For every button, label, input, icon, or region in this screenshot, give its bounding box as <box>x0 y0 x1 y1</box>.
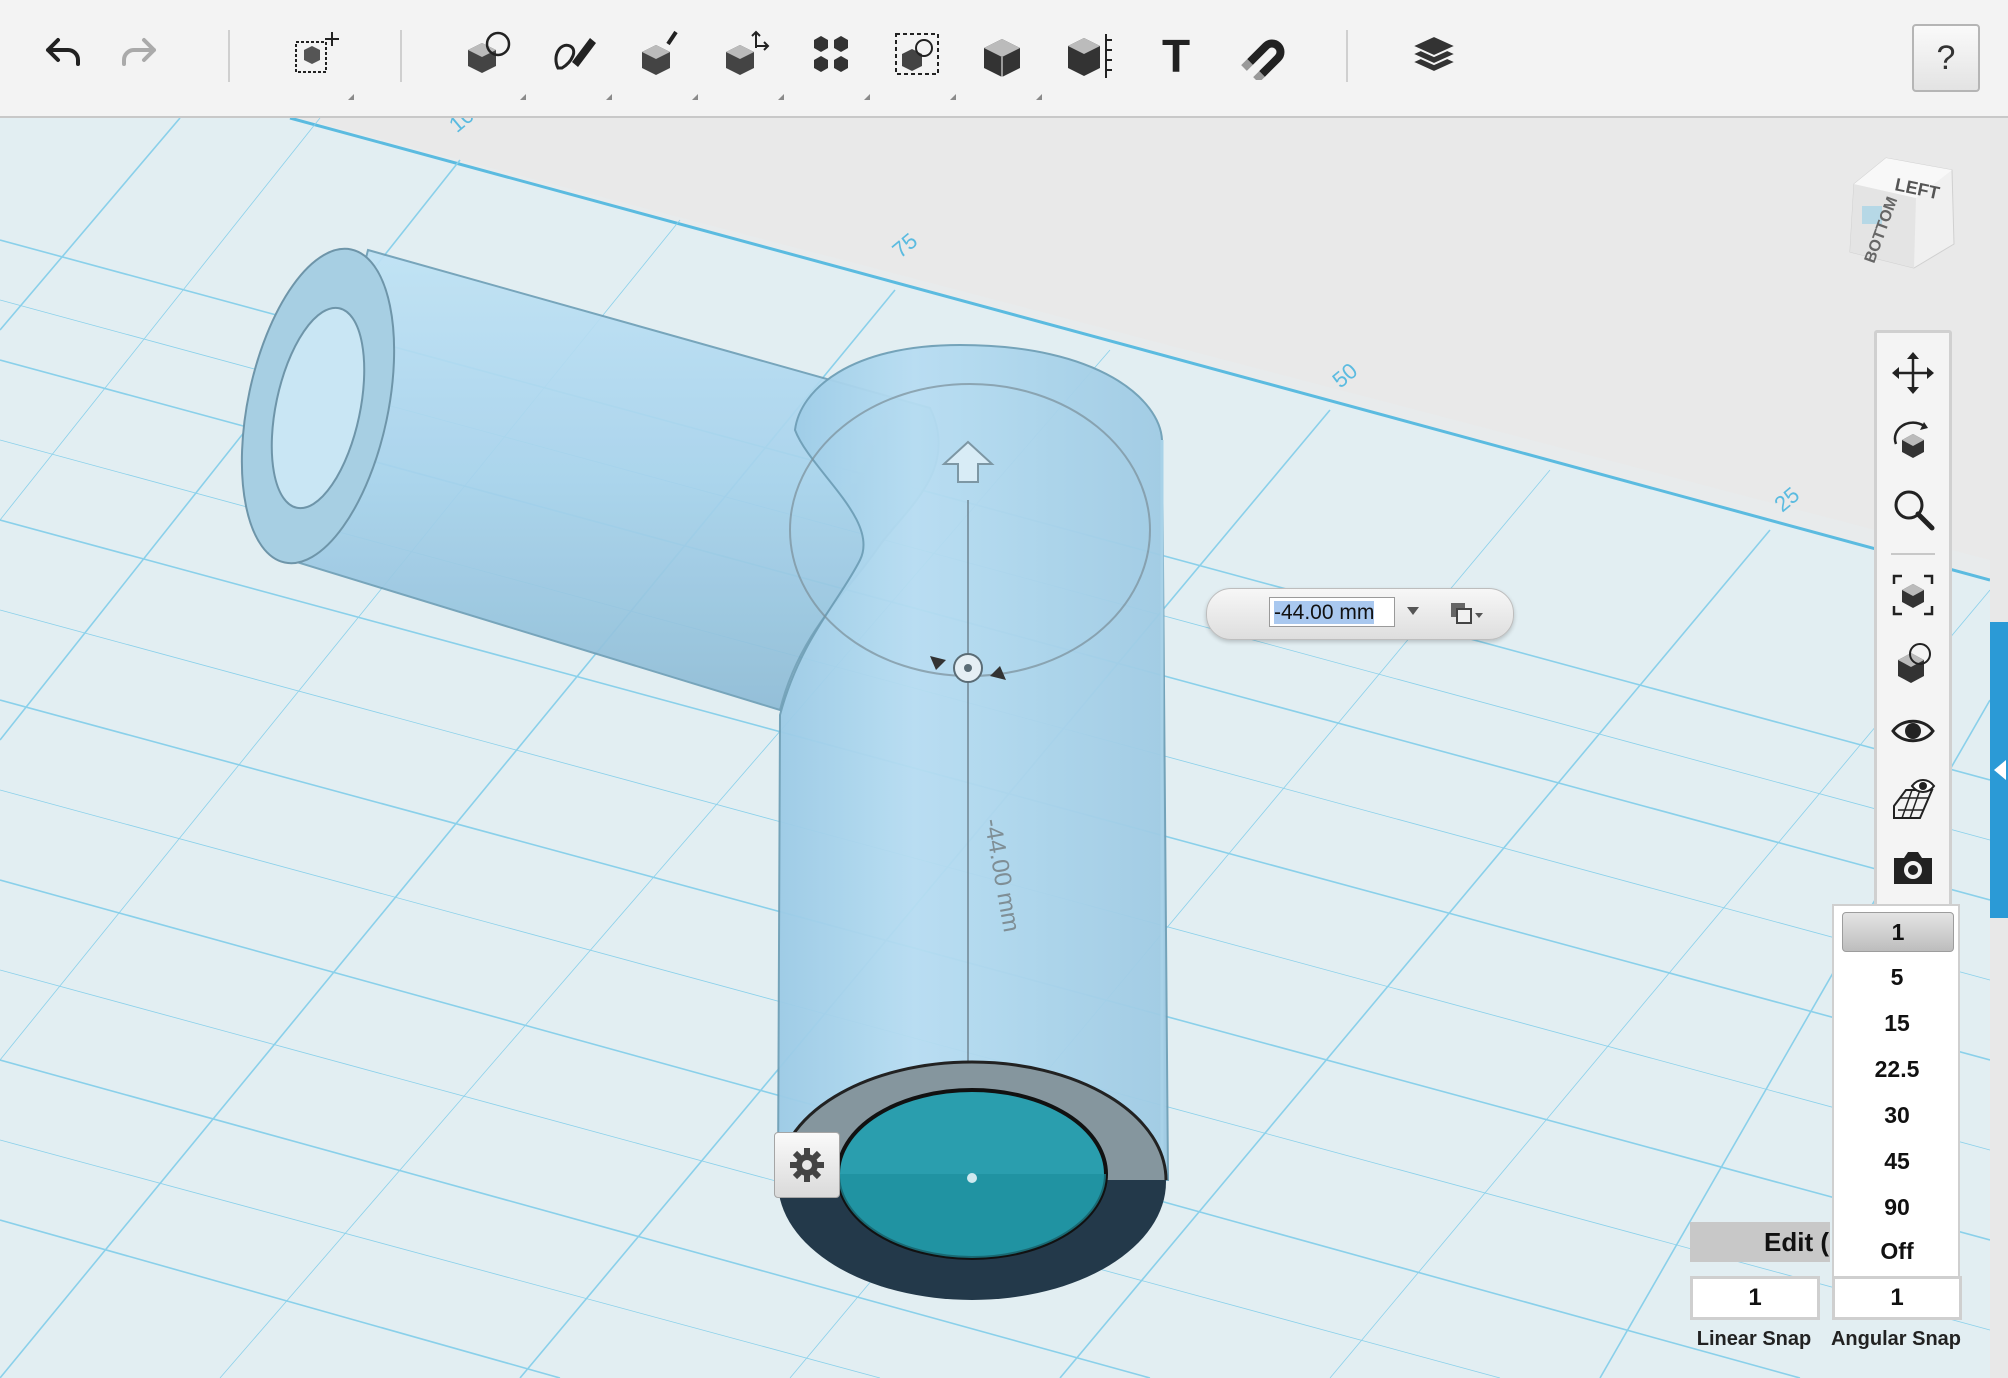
undo-icon <box>46 38 80 66</box>
dimension-input-box: -44.00 mm <box>1206 588 1514 640</box>
angular-snap-option[interactable]: 1 <box>1842 912 1954 952</box>
angular-snap-option[interactable]: 15 <box>1842 1004 1952 1042</box>
transform-button[interactable] <box>284 22 354 100</box>
construct-icon <box>642 30 678 75</box>
eye-icon <box>1891 719 1935 743</box>
nav-separator <box>1891 553 1935 555</box>
angular-snap-option[interactable]: 45 <box>1842 1142 1952 1180</box>
pattern-icon <box>814 36 848 72</box>
orbit-button[interactable] <box>1887 415 1939 467</box>
pan-button[interactable] <box>1887 347 1939 399</box>
collapse-arrow-icon[interactable] <box>1994 760 2006 780</box>
angular-snap-option[interactable]: 22.5 <box>1842 1050 1952 1088</box>
modify-icon <box>726 30 770 75</box>
transform-icon <box>295 32 339 73</box>
edit-grid-header[interactable]: Edit ( <box>1690 1222 1830 1262</box>
zoom-icon <box>1894 490 1935 531</box>
undo-button[interactable] <box>28 22 92 86</box>
gear-icon <box>790 1148 824 1182</box>
sketch-button[interactable] <box>542 22 612 100</box>
move-icon <box>1892 352 1934 394</box>
fit-button[interactable] <box>1887 569 1939 621</box>
snap-options-icon <box>1451 603 1483 624</box>
angular-snap-dropdown: 1 5 15 22.5 30 45 90 Off <box>1832 904 1960 1278</box>
measure-button[interactable] <box>1058 22 1122 86</box>
orbit-icon <box>1893 421 1928 458</box>
angular-snap-option[interactable]: 90 <box>1842 1188 1952 1226</box>
construct-button[interactable] <box>628 22 698 100</box>
dimension-snap-options[interactable] <box>1445 599 1497 629</box>
measure-icon <box>1068 34 1112 78</box>
text-button[interactable]: T <box>1144 22 1208 86</box>
visibility-button[interactable] <box>1887 705 1939 757</box>
main-toolbar: T ? <box>0 0 2008 118</box>
toolbar-separator <box>228 30 230 82</box>
zoom-button[interactable] <box>1887 483 1939 535</box>
angular-snap-label: Angular Snap <box>1830 1328 1961 1350</box>
linear-snap-label: Linear Snap <box>1696 1328 1812 1350</box>
grid-icon <box>1893 779 1936 819</box>
redo-icon <box>122 38 156 66</box>
combine-button[interactable] <box>972 22 1042 100</box>
svg-text:T: T <box>1162 30 1190 80</box>
scene-canvas[interactable]: 10 75 50 25 -44.00 mm <box>0 118 1990 1378</box>
angular-snap-option[interactable]: 30 <box>1842 1096 1952 1134</box>
redo-button[interactable] <box>110 22 174 86</box>
navigation-toolbar <box>1874 330 1952 910</box>
toolbar-separator <box>1346 30 1348 82</box>
fit-icon <box>1892 574 1934 616</box>
text-icon: T <box>1162 30 1190 80</box>
primitives-icon <box>468 31 511 73</box>
view-mode-button[interactable] <box>1887 637 1939 689</box>
primitives-button[interactable] <box>456 22 526 100</box>
angular-snap-option[interactable]: Off <box>1842 1232 1952 1270</box>
toolbar-separator <box>400 30 402 82</box>
settings-gear-button[interactable] <box>774 1132 840 1198</box>
3d-viewport[interactable]: 10 75 50 25 -44.00 mm <box>0 118 1990 1378</box>
camera-icon <box>1894 852 1932 884</box>
view-cube[interactable]: LEFT BOTTOM <box>1834 140 1964 270</box>
snap-button[interactable] <box>1230 22 1294 86</box>
linear-snap-field[interactable]: 1 <box>1690 1276 1820 1320</box>
magnet-icon <box>1241 39 1285 80</box>
angular-snap-option[interactable]: 5 <box>1842 958 1952 996</box>
grouping-icon <box>895 33 939 75</box>
dimension-value-input[interactable]: -44.00 mm <box>1269 597 1395 627</box>
combine-icon <box>984 39 1020 77</box>
modify-button[interactable] <box>714 22 784 100</box>
angular-snap-field[interactable]: 1 <box>1832 1276 1962 1320</box>
help-button[interactable]: ? <box>1912 24 1980 92</box>
dimension-dropdown-arrow[interactable] <box>1407 607 1419 615</box>
material-button[interactable] <box>1402 22 1466 86</box>
grouping-button[interactable] <box>886 22 956 100</box>
pattern-button[interactable] <box>800 22 870 100</box>
view-icon <box>1898 643 1931 683</box>
grid-visibility-button[interactable] <box>1887 773 1939 825</box>
screenshot-button[interactable] <box>1887 841 1939 893</box>
sketch-icon <box>554 38 596 70</box>
material-icon <box>1409 34 1459 74</box>
